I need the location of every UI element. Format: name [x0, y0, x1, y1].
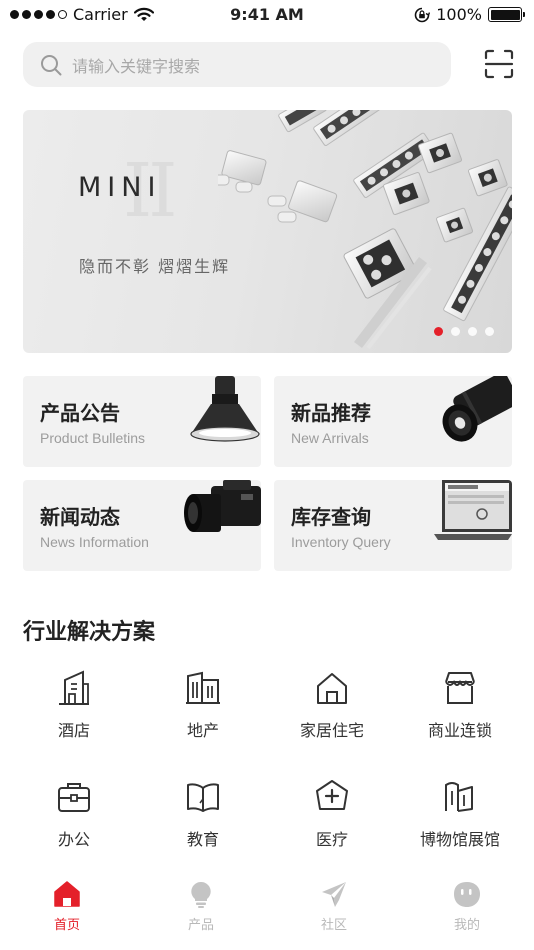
quick-card-subtitle: Product Bulletins	[40, 430, 146, 446]
solution-hotel[interactable]: 酒店	[14, 670, 134, 741]
tab-label: 产品	[187, 918, 214, 933]
search-placeholder: 请输入关键字搜索	[72, 56, 201, 76]
solution-label: 博物馆展馆	[419, 830, 500, 849]
pagination-dot[interactable]	[451, 327, 460, 336]
status-bar: Carrier 9:41 AM 100%	[0, 0, 534, 30]
solution-museum[interactable]: 博物馆展馆	[400, 779, 520, 850]
orientation-lock-icon	[414, 7, 431, 22]
solutions-section-title: 行业解决方案	[23, 620, 156, 645]
tab-label: 首页	[53, 918, 80, 933]
museum-icon	[445, 782, 473, 812]
pagination-dot[interactable]	[468, 327, 477, 336]
banner-pagination	[434, 327, 494, 336]
real-estate-icon	[186, 671, 220, 704]
quick-card-title: 新品推荐	[291, 401, 371, 425]
paper-plane-tab-icon	[322, 882, 346, 907]
quick-card-title: 产品公告	[40, 401, 120, 425]
book-icon	[187, 783, 219, 812]
solution-office[interactable]: 办公	[14, 779, 134, 850]
pagination-dot[interactable]	[485, 327, 494, 336]
promo-banner[interactable]: II MINI 隐而不彰 熠熠生辉	[23, 110, 512, 353]
solution-label: 教育	[186, 830, 219, 849]
banner-light-fixtures-image	[218, 110, 512, 350]
bottom-tab-bar: 首页 产品 社区 我的	[0, 870, 534, 950]
quick-card-subtitle: News Information	[40, 534, 149, 550]
solution-real-estate[interactable]: 地产	[143, 670, 263, 741]
solution-label: 商业连锁	[427, 721, 492, 740]
camera-icon	[184, 480, 261, 532]
quick-card-title: 库存查询	[291, 505, 371, 529]
tab-home[interactable]: 首页	[17, 880, 117, 933]
laptop-icon	[434, 480, 512, 540]
medical-cross-icon	[316, 780, 348, 810]
tab-products[interactable]: 产品	[151, 880, 251, 933]
quick-card-title: 新闻动态	[40, 505, 120, 529]
home-icon	[317, 673, 347, 704]
profile-tab-icon	[454, 882, 480, 907]
quick-card-news[interactable]: 新闻动态 News Information	[23, 480, 261, 571]
banner-title: MINI	[78, 172, 162, 203]
battery-fill	[490, 9, 520, 20]
home-tab-icon	[54, 881, 80, 907]
tab-community[interactable]: 社区	[284, 880, 384, 933]
tab-profile[interactable]: 我的	[417, 880, 517, 933]
scan-icon[interactable]	[484, 49, 514, 79]
solution-home[interactable]: 家居住宅	[272, 670, 392, 741]
solution-medical[interactable]: 医疗	[272, 779, 392, 850]
status-right: 100%	[414, 5, 525, 24]
hotel-building-icon	[59, 670, 89, 705]
quick-card-subtitle: New Arrivals	[291, 430, 369, 446]
solution-label: 地产	[186, 721, 219, 740]
bulb-tab-icon	[191, 881, 211, 908]
solution-label: 办公	[57, 830, 90, 849]
pagination-dot-active[interactable]	[434, 327, 443, 336]
quick-card-new-arrivals[interactable]: 新品推荐 New Arrivals	[274, 376, 512, 467]
pendant-lamp-icon	[190, 376, 260, 442]
quick-card-subtitle: Inventory Query	[291, 534, 391, 550]
store-icon	[445, 672, 475, 704]
quick-card-product-bulletins[interactable]: 产品公告 Product Bulletins	[23, 376, 261, 467]
solution-retail-chain[interactable]: 商业连锁	[400, 670, 520, 741]
battery-percent: 100%	[436, 5, 482, 24]
solution-label: 酒店	[57, 721, 90, 740]
battery-icon	[488, 7, 525, 22]
solution-label: 医疗	[315, 830, 348, 849]
solution-label: 家居住宅	[299, 721, 364, 740]
search-icon	[41, 54, 62, 75]
spotlight-icon	[442, 376, 512, 442]
banner-subtitle: 隐而不彰 熠熠生辉	[79, 257, 231, 276]
briefcase-icon	[58, 783, 90, 812]
search-input[interactable]: 请输入关键字搜索	[23, 42, 451, 87]
tab-label: 我的	[453, 918, 480, 933]
tab-label: 社区	[320, 918, 347, 933]
solution-education[interactable]: 教育	[143, 779, 263, 850]
quick-card-inventory[interactable]: 库存查询 Inventory Query	[274, 480, 512, 571]
